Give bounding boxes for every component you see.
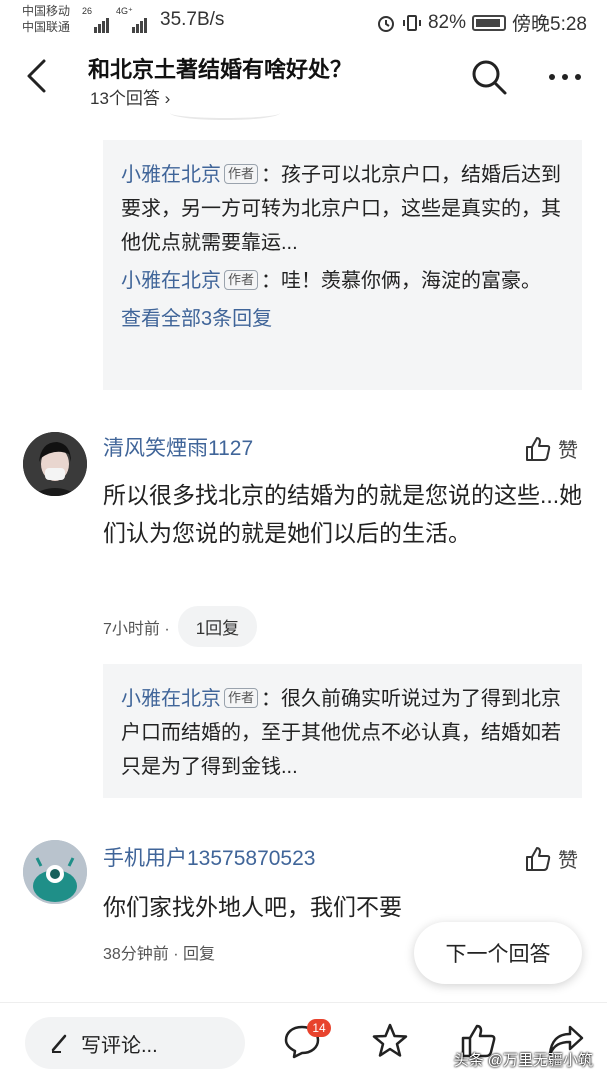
- carrier-1: 中国移动: [22, 4, 71, 18]
- search-icon[interactable]: [470, 58, 508, 96]
- reply-item[interactable]: 小雅在北京 作者 ：哇！羡慕你俩，海淀的富豪。: [121, 264, 564, 298]
- comment-time: 7小时前 ·: [103, 620, 170, 638]
- reply-author-name[interactable]: 小雅在北京: [121, 270, 221, 292]
- like-button[interactable]: 赞: [524, 844, 578, 873]
- reply-thread-2: 小雅在北京 作者 ：很久前确实听说过为了得到北京户口而结婚的，至于其他优点不必认真，…: [103, 664, 582, 798]
- author-tag: 作者: [224, 270, 259, 290]
- reply-count-button[interactable]: 1回复: [177, 606, 258, 647]
- battery-percent: 82%: [427, 11, 467, 33]
- avatar[interactable]: [23, 840, 87, 904]
- bottom-action-bar: 写评论... 14 头条 @万里无疆小筑: [0, 1002, 607, 1080]
- signal-bars-1-icon: [94, 12, 110, 33]
- previous-content-edge: [170, 106, 280, 120]
- back-arrow-icon[interactable]: [22, 58, 52, 94]
- default-avatar-icon: [23, 840, 87, 904]
- avatar-portrait-icon: [23, 432, 87, 496]
- header: 和北京土著结婚有啥好处？ 13个回答 ›: [0, 40, 607, 118]
- network-type-1: 26: [82, 6, 93, 16]
- alarm-icon: [377, 15, 394, 32]
- reply-author-name[interactable]: 小雅在北京: [121, 688, 221, 710]
- network-speed: 35.7B/s: [160, 9, 225, 30]
- reply-item[interactable]: 小雅在北京 作者 ：很久前确实听说过为了得到北京户口而结婚的，至于其他优点不必认真，…: [121, 682, 564, 784]
- question-title[interactable]: 和北京土著结婚有啥好处？: [88, 52, 352, 84]
- like-button[interactable]: 赞: [524, 434, 578, 463]
- comment-count-badge: 14: [307, 1019, 331, 1037]
- comment-item: 清风笑煙雨1127 赞 所以很多找北京的结婚为的就是您说的这些...她们认为您说…: [0, 420, 607, 647]
- avatar[interactable]: [23, 432, 87, 496]
- pen-icon: [51, 1034, 67, 1053]
- write-comment-label: 写评论...: [81, 1034, 158, 1057]
- next-answer-button[interactable]: 下一个回答: [414, 922, 582, 984]
- vibrate-icon: [402, 14, 421, 31]
- carrier-labels: 中国移动 中国联通: [22, 3, 70, 35]
- thumbs-up-icon: [526, 436, 551, 461]
- answer-count-link[interactable]: 13个回答 ›: [90, 84, 170, 109]
- reply-text: ：哇！羡慕你俩，海淀的富豪。: [261, 270, 542, 292]
- reply-item[interactable]: 小雅在北京 作者 ：孩子可以北京户口，结婚后达到要求，另一方可转为北京户口，这些是真…: [121, 158, 564, 260]
- comment-meta[interactable]: 38分钟前 · 回复: [103, 940, 215, 964]
- comment-username[interactable]: 清风笑煙雨1127: [103, 432, 253, 462]
- status-bar: 中国移动 中国联通 26 4G⁺ 35.7B/s 82% 傍晚5:28: [0, 0, 607, 40]
- battery-icon: [472, 14, 507, 31]
- comment-time-reply[interactable]: 38分钟前 · 回复: [103, 940, 215, 964]
- comment-text: 你们家找外地人吧，我们不要: [103, 894, 402, 920]
- author-tag: 作者: [224, 688, 259, 708]
- signal-bars-2-icon: [132, 12, 148, 33]
- comment-text: 所以很多找北京的结婚为的就是您说的这些...她们认为您说的就是她们以后的生活。: [103, 482, 583, 546]
- more-dots-icon[interactable]: [546, 58, 584, 96]
- star-icon[interactable]: [370, 1021, 410, 1061]
- view-all-replies-link[interactable]: 查看全部3条回复: [121, 302, 564, 336]
- watermark: 头条 @万里无疆小筑: [453, 1052, 593, 1069]
- comment-username[interactable]: 手机用户13575870523: [103, 842, 315, 872]
- reply-thread-1: 小雅在北京 作者 ：孩子可以北京户口，结婚后达到要求，另一方可转为北京户口，这些是真…: [103, 140, 582, 390]
- status-right: 82% 傍晚5:28: [376, 9, 587, 36]
- reply-author-name[interactable]: 小雅在北京: [121, 164, 221, 186]
- write-comment-input[interactable]: 写评论...: [25, 1017, 245, 1069]
- network-type-2: 4G⁺: [116, 6, 133, 16]
- like-label: 赞: [558, 440, 578, 462]
- author-tag: 作者: [224, 164, 259, 184]
- thumbs-up-icon: [526, 846, 551, 871]
- comment-meta: 7小时前 · 1回复: [103, 606, 258, 647]
- carrier-2: 中国联通: [22, 20, 71, 34]
- clock: 傍晚5:28: [512, 14, 587, 35]
- like-label: 赞: [558, 850, 578, 872]
